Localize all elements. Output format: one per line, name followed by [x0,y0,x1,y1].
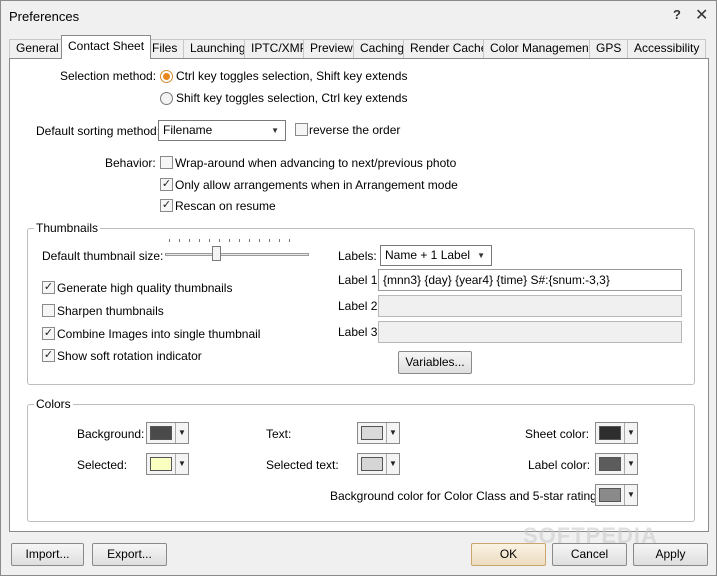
labels-select-value: Name + 1 Label [385,248,471,262]
colors-group: Colors Background: ▼ Selected: ▼ Text: ▼… [27,397,695,522]
soft-rotation-label[interactable]: Show soft rotation indicator [57,349,202,363]
close-icon[interactable]: ✕ [695,5,708,25]
label-color-picker[interactable]: ▼ [595,453,638,475]
thumbnail-size-slider[interactable] [165,239,309,263]
tab-preview[interactable]: Preview [303,39,360,58]
chevron-down-icon: ▼ [386,423,399,443]
chevron-down-icon: ▼ [624,454,637,474]
variables-button[interactable]: Variables... [398,351,472,374]
combine-images-checkbox[interactable]: ✓ [42,327,55,340]
colors-group-label: Colors [34,397,73,411]
label3-label: Label 3: [338,325,381,339]
selection-method-label: Selection method: [60,69,157,83]
tab-general[interactable]: General [9,39,66,58]
thumbnails-group-label: Thumbnails [34,221,101,235]
selection-shift-radio[interactable] [160,92,173,105]
high-quality-label[interactable]: Generate high quality thumbnails [57,281,232,295]
chevron-down-icon: ▼ [624,423,637,443]
background-color-picker[interactable]: ▼ [146,422,189,444]
high-quality-checkbox[interactable]: ✓ [42,281,55,294]
label2-label: Label 2: [338,299,381,313]
import-button[interactable]: Import... [11,543,84,566]
contact-sheet-panel: Selection method: Ctrl key toggles selec… [9,58,709,532]
wrap-around-label[interactable]: Wrap-around when advancing to next/previ… [175,156,456,170]
thumbnail-size-slider-thumb[interactable] [212,246,221,261]
rating-bg-color-label: Background color for Color Class and 5-s… [330,489,607,503]
tab-accessibility[interactable]: Accessibility [627,39,707,58]
wrap-around-checkbox[interactable] [160,156,173,169]
preferences-window: Preferences ? ✕ General Contact Sheet Fi… [0,0,717,576]
sorting-method-label: Default sorting method: [36,124,161,138]
rescan-on-resume-label[interactable]: Rescan on resume [175,199,276,213]
sorting-method-select[interactable]: Filename ▼ [158,120,286,141]
text-color-picker[interactable]: ▼ [357,422,400,444]
help-icon[interactable]: ? [673,7,681,22]
window-title: Preferences [9,9,80,24]
selected-text-color-label: Selected text: [266,458,339,472]
background-color-swatch [150,426,172,440]
tab-render-cache[interactable]: Render Cache [403,39,495,58]
label1-input[interactable]: {mnn3} {day} {year4} {time} S#:{snum:-3,… [378,269,682,291]
chevron-down-icon: ▼ [624,485,637,505]
label2-input[interactable] [378,295,682,317]
text-color-swatch [361,426,383,440]
chevron-down-icon: ▼ [175,423,188,443]
sharpen-checkbox[interactable] [42,304,55,317]
tab-launching[interactable]: Launching [183,39,253,58]
thumbnail-size-label: Default thumbnail size: [42,249,164,263]
label1-label: Label 1: [338,273,381,287]
selection-ctrl-label[interactable]: Ctrl key toggles selection, Shift key ex… [176,69,407,83]
combine-images-label[interactable]: Combine Images into single thumbnail [57,327,260,341]
labels-select[interactable]: Name + 1 Label ▼ [380,245,492,266]
chevron-down-icon: ▼ [175,454,188,474]
selected-color-picker[interactable]: ▼ [146,453,189,475]
labels-label: Labels: [338,249,377,263]
rating-bg-color-picker[interactable]: ▼ [595,484,638,506]
arrangement-mode-checkbox[interactable]: ✓ [160,178,173,191]
text-color-label: Text: [266,427,292,441]
rescan-on-resume-checkbox[interactable]: ✓ [160,199,173,212]
rating-bg-color-swatch [599,488,621,502]
tab-bar: General Contact Sheet Files Launching IP… [9,35,709,59]
chevron-down-icon: ▼ [386,454,399,474]
selection-shift-label[interactable]: Shift key toggles selection, Ctrl key ex… [176,91,407,105]
reverse-order-checkbox[interactable] [295,123,308,136]
chevron-down-icon: ▼ [271,126,279,135]
selected-color-label: Selected: [77,458,128,472]
arrangement-mode-label[interactable]: Only allow arrangements when in Arrangem… [175,178,458,192]
selected-text-color-swatch [361,457,383,471]
tab-gps[interactable]: GPS [589,39,629,58]
sheet-color-picker[interactable]: ▼ [595,422,638,444]
tab-color-management[interactable]: Color Management [483,39,600,58]
behavior-label: Behavior: [105,156,156,170]
sheet-color-swatch [599,426,621,440]
label-color-swatch [599,457,621,471]
selected-text-color-picker[interactable]: ▼ [357,453,400,475]
label3-input[interactable] [378,321,682,343]
reverse-order-label[interactable]: reverse the order [309,123,400,137]
watermark-logo: SOFTPEDIA [523,523,658,548]
chevron-down-icon: ▼ [477,251,485,260]
selection-ctrl-radio[interactable] [160,70,173,83]
tab-contact-sheet[interactable]: Contact Sheet [61,35,152,59]
label-color-label: Label color: [528,458,591,472]
title-bar: Preferences ? ✕ [1,1,716,31]
sharpen-label[interactable]: Sharpen thumbnails [57,304,164,318]
background-color-label: Background: [77,427,145,441]
sheet-color-label: Sheet color: [525,427,590,441]
soft-rotation-checkbox[interactable]: ✓ [42,349,55,362]
sorting-method-value: Filename [163,123,213,137]
export-button[interactable]: Export... [92,543,167,566]
selected-color-swatch [150,457,172,471]
thumbnails-group: Thumbnails Default thumbnail size: ✓ Gen… [27,221,695,385]
